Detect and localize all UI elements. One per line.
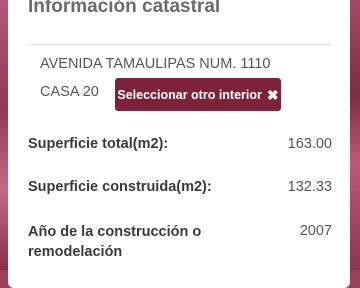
close-icon: ✖ [266, 86, 279, 103]
field-label-superficie-total: Superficie total(m2): [28, 136, 169, 152]
field-value-superficie-total: 163.00 [287, 136, 332, 152]
select-other-interior-button[interactable]: Seleccionar otro interior ✖ [115, 78, 281, 111]
select-other-interior-label: Seleccionar otro interior [117, 87, 262, 102]
background-right-edge [350, 0, 360, 270]
panel-title: Información catastral [28, 0, 221, 17]
address-line-2: CASA 20 [40, 84, 99, 100]
address-line-1: AVENIDA TAMAULIPAS NUM. 1110 [40, 56, 271, 72]
field-label-anio-construccion: Año de la construcción o remodelación [28, 224, 202, 260]
field-value-anio-construccion: 2007 [299, 223, 332, 239]
field-label-superficie-construida: Superficie construida(m2): [28, 179, 212, 195]
divider [30, 44, 332, 45]
background-left-edge [0, 0, 8, 270]
field-value-superficie-construida: 132.33 [287, 179, 332, 195]
info-panel: Información catastral AVENIDA TAMAULIPAS… [8, 0, 350, 288]
